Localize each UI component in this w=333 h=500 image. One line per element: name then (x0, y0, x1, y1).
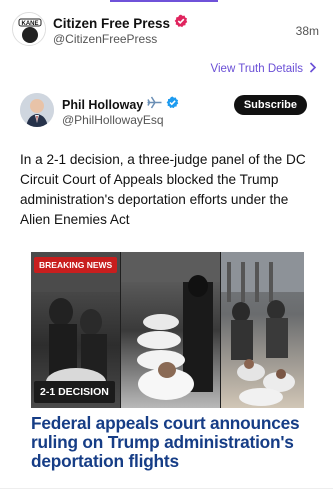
verified-badge-icon (174, 14, 188, 33)
quoted-author-name-row: Phil Holloway (62, 96, 179, 114)
quoted-post-header: Phil Holloway @PhilHollowayEsq Subscribe (0, 93, 333, 133)
post-body-text: In a 2-1 decision, a three-judge panel o… (20, 152, 306, 227)
image-panel-right (221, 252, 304, 408)
avatar[interactable]: KANE (12, 12, 46, 46)
verified-badge-icon (166, 96, 179, 114)
divider (0, 488, 333, 489)
quoted-author-handle: @PhilHollowayEsq (62, 113, 164, 127)
post-header: KANE Citizen Free Press @CitizenFreePres… (0, 10, 333, 50)
avatar-logo-image: KANE (13, 13, 45, 45)
view-truth-details-link[interactable]: View Truth Details (211, 62, 317, 76)
view-truth-label: View Truth Details (210, 63, 303, 75)
author-handle: @CitizenFreePress (53, 32, 158, 46)
chevron-right-icon (309, 62, 317, 76)
avatar[interactable] (20, 93, 54, 127)
image-panel-center (121, 252, 221, 408)
avatar-photo-image (20, 93, 54, 127)
news-image[interactable]: BREAKING NEWS 2-1 DECISION (31, 252, 304, 408)
avatar-logo-text: KANE (21, 21, 38, 27)
active-tab-indicator (110, 0, 218, 2)
quoted-author-name[interactable]: Phil Holloway (62, 98, 143, 112)
post-time: 38m (295, 24, 319, 38)
decision-badge: 2-1 DECISION (34, 381, 115, 403)
news-headline[interactable]: Federal appeals court announces ruling o… (31, 414, 311, 471)
author-name-row: Citizen Free Press (53, 14, 188, 33)
breaking-news-badge: BREAKING NEWS (34, 257, 118, 273)
plane-icon (147, 96, 162, 114)
subscribe-button[interactable]: Subscribe (233, 95, 307, 115)
author-name[interactable]: Citizen Free Press (53, 16, 170, 31)
